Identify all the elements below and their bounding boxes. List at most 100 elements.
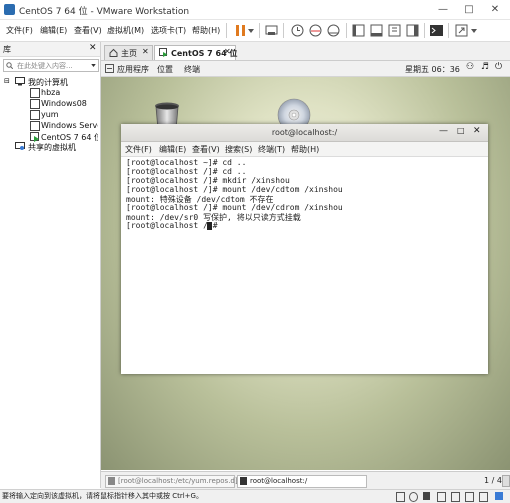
home-icon	[109, 48, 118, 57]
terminal-line: [root@localhost /]# cd ..	[126, 167, 247, 176]
view-thumbnail-icon[interactable]	[368, 22, 385, 39]
view-sidebar-icon[interactable]	[350, 22, 367, 39]
toolbar-separator	[283, 23, 284, 38]
terminal-menu-search[interactable]: 搜索(S)	[225, 144, 252, 155]
hard-disk-icon[interactable]	[396, 492, 405, 502]
close-icon[interactable]: ✕	[224, 47, 231, 56]
menu-tabs[interactable]: 选项卡(T)	[151, 25, 186, 36]
fullscreen-icon[interactable]	[453, 22, 470, 39]
message-log-icon[interactable]	[495, 492, 503, 500]
library-panel: 库 ✕ 在此处键入内容... ⊟ 我的计算机 hbza Windows08 yu…	[0, 42, 101, 488]
vm-icon	[30, 121, 40, 131]
accessibility-icon[interactable]: ⚇	[466, 62, 474, 72]
vm-icon	[30, 88, 40, 98]
tab-bar: 主页 ✕ CentOS 7 64 位 ✕	[101, 42, 510, 61]
guest-top-bar: 应用程序 位置 终端 星期五 06：36 ⚇ ♬ ⏻	[101, 61, 510, 77]
terminal-menu-view[interactable]: 查看(V)	[192, 144, 220, 155]
terminal-title-bar[interactable]: root@localhost:/ — □ ✕	[121, 124, 488, 142]
chevron-down-icon[interactable]	[91, 64, 96, 67]
terminal-line: [root@localhost ~]# cd ..	[126, 158, 247, 167]
gnome-clock[interactable]: 星期五 06：36	[405, 64, 460, 75]
menu-edit[interactable]: 编辑(E)	[40, 25, 67, 36]
chevron-down-icon[interactable]	[248, 29, 254, 33]
library-title: 库	[3, 45, 11, 54]
terminal-menu-file[interactable]: 文件(F)	[125, 144, 152, 155]
vmware-logo-icon	[4, 4, 15, 15]
menu-help[interactable]: 帮助(H)	[192, 25, 220, 36]
terminal-menu-edit[interactable]: 编辑(E)	[159, 144, 186, 155]
power-icon[interactable]: ⏻	[495, 62, 502, 72]
chevron-down-icon[interactable]	[471, 29, 477, 33]
vm-icon	[30, 110, 40, 120]
toolbar-separator	[259, 23, 260, 38]
terminal-minimize-button[interactable]: —	[439, 126, 448, 136]
send-keys-icon[interactable]	[263, 22, 280, 39]
terminal-app-icon	[240, 477, 247, 485]
tab-centos[interactable]: CentOS 7 64 位 ✕	[154, 45, 237, 60]
pause-icon[interactable]	[232, 22, 249, 39]
cd-dvd-icon[interactable]	[409, 492, 418, 502]
close-icon[interactable]: ✕	[89, 43, 97, 53]
gnome-terminal-menu[interactable]: 终端	[184, 64, 200, 75]
console-icon[interactable]	[428, 22, 445, 39]
terminal-close-button[interactable]: ✕	[473, 126, 481, 136]
toolbar-separator	[424, 23, 425, 38]
library-header: 库 ✕	[0, 42, 100, 57]
gnome-applications-menu[interactable]: 应用程序	[117, 64, 149, 75]
window-title: CentOS 7 64 位 - VMware Workstation	[19, 7, 190, 17]
workspace-switch-button[interactable]	[502, 475, 510, 487]
display-icon[interactable]	[479, 492, 488, 502]
sound-card-icon[interactable]	[451, 492, 460, 502]
taskbar-item-yum-terminal[interactable]: [root@localhost:/etc/yum.repos.d]	[105, 475, 238, 488]
vm-running-icon	[30, 132, 39, 142]
toolbar-separator	[448, 23, 449, 38]
tab-home[interactable]: 主页 ✕	[104, 45, 153, 60]
computer-icon	[15, 77, 25, 86]
tree-collapse-icon[interactable]: ⊟	[4, 77, 10, 85]
tree-vm-yum[interactable]: yum	[41, 110, 59, 119]
title-bar: CentOS 7 64 位 - VMware Workstation — □ ✕	[0, 0, 510, 20]
view-library-icon[interactable]	[386, 22, 403, 39]
terminal-app-icon	[108, 477, 115, 485]
workspace-indicator[interactable]: 1 / 4	[484, 476, 502, 485]
close-button[interactable]: ✕	[482, 2, 508, 17]
terminal-output[interactable]: [root@localhost ~]# cd .. [root@localhos…	[121, 157, 488, 374]
status-message: 要将输入定向到该虚拟机，请将鼠标指针移入其中或按 Ctrl+G。	[2, 492, 203, 500]
menu-bar: 文件(F) 编辑(E) 查看(V) 虚拟机(M) 选项卡(T) 帮助(H)	[0, 20, 510, 42]
gnome-places-menu[interactable]: 位置	[157, 64, 173, 75]
snapshot-manager-icon[interactable]	[325, 22, 342, 39]
menu-view[interactable]: 查看(V)	[74, 25, 102, 36]
fullscreen-toggle-icon[interactable]	[105, 64, 114, 73]
printer-icon[interactable]	[465, 492, 474, 502]
search-placeholder: 在此处键入内容...	[17, 62, 73, 70]
maximize-button[interactable]: □	[456, 2, 482, 17]
taskbar-item-root-terminal[interactable]: root@localhost:/	[237, 475, 367, 488]
toolbar-separator	[346, 23, 347, 38]
tree-vm-windows-server[interactable]: Windows Server	[41, 121, 98, 130]
terminal-line: [root@localhost /]# mount /dev/cdrom /xi…	[126, 203, 343, 212]
tree-my-computer[interactable]: 我的计算机	[28, 77, 68, 88]
terminal-title: root@localhost:/	[271, 128, 338, 137]
minimize-button[interactable]: —	[430, 2, 456, 17]
toolbar-separator	[226, 23, 227, 38]
revert-snapshot-icon[interactable]	[307, 22, 324, 39]
volume-icon[interactable]: ♬	[481, 62, 489, 72]
view-tabs-icon[interactable]	[404, 22, 421, 39]
terminal-maximize-button[interactable]: □	[457, 126, 465, 135]
tree-vm-windows08[interactable]: Windows08	[41, 99, 87, 108]
shared-vms-icon	[15, 142, 25, 150]
tree-shared-vms[interactable]: 共享的虚拟机	[28, 142, 76, 153]
terminal-menu-help[interactable]: 帮助(H)	[291, 144, 319, 155]
snapshot-icon[interactable]	[289, 22, 306, 39]
menu-vm[interactable]: 虚拟机(M)	[107, 25, 144, 36]
network-adapter-icon[interactable]	[423, 492, 430, 500]
tree-vm-hbza[interactable]: hbza	[41, 88, 60, 97]
vm-icon	[30, 99, 40, 109]
library-search-input[interactable]: 在此处键入内容...	[3, 59, 99, 72]
guest-taskbar: [root@localhost:/etc/yum.repos.d] root@l…	[101, 471, 510, 489]
terminal-menu-bar: 文件(F) 编辑(E) 查看(V) 搜索(S) 终端(T) 帮助(H)	[121, 142, 488, 157]
menu-file[interactable]: 文件(F)	[6, 25, 33, 36]
usb-controller-icon[interactable]	[437, 492, 446, 502]
terminal-menu-terminal[interactable]: 终端(T)	[258, 144, 285, 155]
close-icon[interactable]: ✕	[142, 47, 149, 56]
